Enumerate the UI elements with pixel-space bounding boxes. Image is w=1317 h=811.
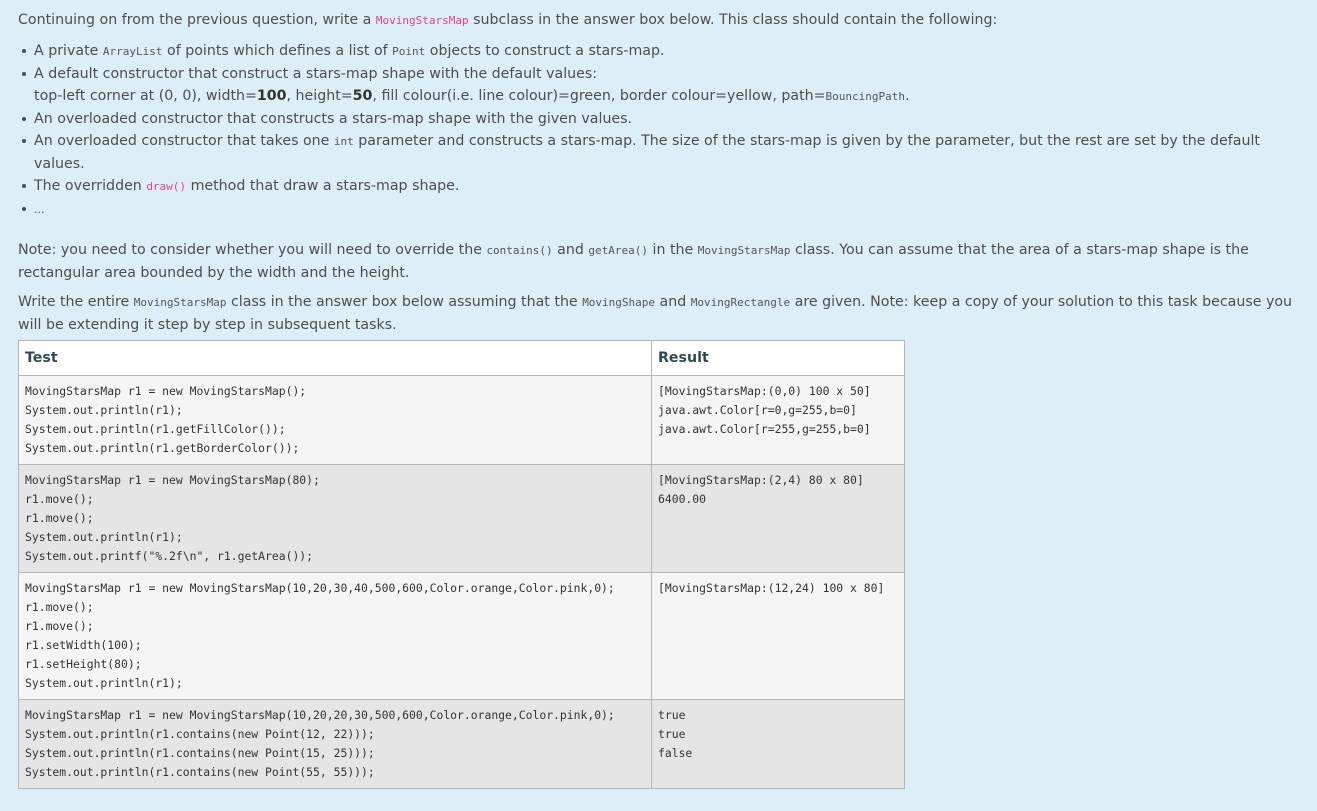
test-code-line: r1.move(); [25, 600, 94, 614]
default-values-line: top-left corner at (0, 0), width=100, he… [34, 88, 910, 104]
test-code-line: r1.setHeight(80); [25, 657, 142, 671]
result-cell: [MovingStarsMap:(12,24) 100 x 80] [651, 572, 905, 700]
test-code-line: MovingStarsMap r1 = new MovingStarsMap(8… [25, 473, 320, 487]
test-code-line: System.out.printf("%.2f\n", r1.getArea()… [25, 549, 314, 563]
table-body: MovingStarsMap r1 = new MovingStarsMap()… [18, 375, 905, 789]
test-code-line: MovingStarsMap r1 = new MovingStarsMap()… [25, 384, 307, 398]
result-cell: [MovingStarsMap:(2,4) 80 x 80] 6400.00 [651, 464, 905, 573]
intro-text-end: subclass in the answer box below. This c… [468, 12, 998, 28]
result-line: [MovingStarsMap:(12,24) 100 x 80] [658, 581, 885, 595]
table-row: MovingStarsMap r1 = new MovingStarsMap()… [18, 375, 905, 465]
int-code: int [333, 135, 354, 148]
result-cell: true true false [651, 699, 905, 789]
test-cell: MovingStarsMap r1 = new MovingStarsMap()… [18, 375, 652, 465]
result-line: false [658, 746, 693, 760]
write-paragraph: Write the entire MovingStarsMap class in… [18, 294, 1293, 333]
table-header-row: Test Result [18, 340, 905, 376]
result-line: 6400.00 [658, 492, 707, 506]
table-row: MovingStarsMap r1 = new MovingStarsMap(1… [18, 699, 905, 789]
test-code-line: MovingStarsMap r1 = new MovingStarsMap(1… [25, 708, 615, 722]
requirement-item: A default constructor that construct a s… [22, 63, 1308, 108]
intro-text: Continuing on from the previous question… [18, 12, 376, 28]
table-row: MovingStarsMap r1 = new MovingStarsMap(1… [18, 572, 905, 700]
result-line: true [658, 727, 686, 741]
result-line: true [658, 708, 686, 722]
requirement-item: The overridden draw() method that draw a… [22, 175, 1308, 198]
requirement-item: An overloaded constructor that construct… [22, 108, 1308, 130]
test-code-line: System.out.println(r1.contains(new Point… [25, 765, 375, 779]
test-header: Test [18, 340, 652, 376]
result-line: [MovingStarsMap:(0,0) 100 x 50] [658, 384, 871, 398]
test-cell: MovingStarsMap r1 = new MovingStarsMap(1… [18, 572, 652, 700]
requirement-item: An overloaded constructor that takes one… [22, 130, 1308, 175]
bouncingpath-code: BouncingPath [825, 90, 905, 103]
test-code-line: r1.setWidth(100); [25, 638, 142, 652]
requirement-item: A private ArrayList of points which defi… [22, 40, 1308, 63]
test-code-line: System.out.println(r1.getBorderColor()); [25, 441, 300, 455]
result-line: [MovingStarsMap:(2,4) 80 x 80] [658, 473, 864, 487]
table-row: MovingStarsMap r1 = new MovingStarsMap(8… [18, 464, 905, 573]
arraylist-code: ArrayList [102, 45, 163, 58]
point-code: Point [392, 45, 426, 58]
test-code-line: MovingStarsMap r1 = new MovingStarsMap(1… [25, 581, 615, 595]
examples-table: Test Result MovingStarsMap r1 = new Movi… [18, 340, 905, 789]
result-line: java.awt.Color[r=0,g=255,b=0] [658, 403, 857, 417]
test-code-line: System.out.println(r1); [25, 676, 183, 690]
test-code-line: System.out.println(r1.getFillColor()); [25, 422, 286, 436]
result-header: Result [651, 340, 905, 376]
intro-paragraph: Continuing on from the previous question… [18, 10, 1308, 31]
question-text: Continuing on from the previous question… [18, 0, 1308, 789]
test-cell: MovingStarsMap r1 = new MovingStarsMap(8… [18, 464, 652, 573]
test-code-line: System.out.println(r1); [25, 403, 183, 417]
test-code-line: r1.move(); [25, 619, 94, 633]
test-code-line: r1.move(); [25, 511, 94, 525]
test-cell: MovingStarsMap r1 = new MovingStarsMap(1… [18, 699, 652, 789]
result-line: java.awt.Color[r=255,g=255,b=0] [658, 422, 871, 436]
draw-code: draw() [146, 180, 187, 193]
result-cell: [MovingStarsMap:(0,0) 100 x 50] java.awt.… [651, 375, 905, 465]
test-code-line: System.out.println(r1.contains(new Point… [25, 746, 375, 760]
test-code-line: r1.move(); [25, 492, 94, 506]
note-paragraph: Note: you need to consider whether you w… [18, 242, 1249, 281]
class-name-code: MovingStarsMap [375, 14, 469, 27]
test-code-line: System.out.println(r1.contains(new Point… [25, 727, 375, 741]
requirement-item: ... [22, 198, 1308, 221]
test-code-line: System.out.println(r1); [25, 530, 183, 544]
requirements-list: A private ArrayList of points which defi… [18, 40, 1308, 221]
